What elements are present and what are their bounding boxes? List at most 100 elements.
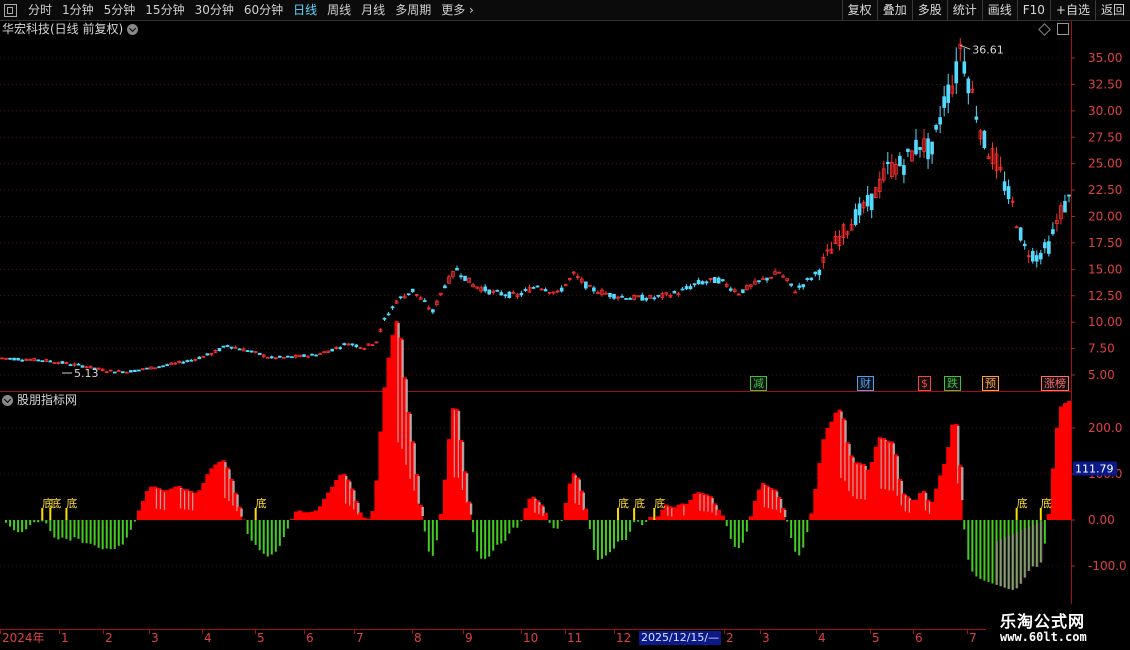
candle	[994, 147, 999, 179]
candle	[849, 218, 854, 231]
statistics-button[interactable]: 统计	[946, 0, 982, 20]
candle	[261, 353, 266, 359]
back-button[interactable]: 返回	[1094, 0, 1130, 20]
indicator-title[interactable]: 股朋指标网	[2, 393, 77, 408]
kline-chart[interactable]: 底底底底底底底底底 35.0032.5030.0027.5025.0022.50…	[0, 0, 1130, 650]
hist-bar	[773, 489, 778, 520]
hist-band	[707, 496, 710, 512]
candle	[515, 292, 520, 300]
candle	[620, 294, 624, 298]
draw-line-button[interactable]: 画线	[981, 0, 1017, 20]
hist-bar	[406, 412, 411, 520]
hist-band	[457, 411, 461, 478]
candle	[294, 354, 298, 359]
price-tick-0: 35.00	[1088, 51, 1122, 65]
hist-bar	[1062, 403, 1068, 520]
tab-30min[interactable]: 30分钟	[190, 0, 239, 20]
candle	[547, 291, 552, 295]
hist-bar	[857, 462, 862, 520]
f10-button[interactable]: F10	[1016, 0, 1050, 20]
watermark-title: 乐淘公式网	[1000, 612, 1086, 631]
candle	[257, 352, 262, 355]
window-icon[interactable]	[4, 3, 17, 17]
hist-bar	[197, 490, 202, 520]
candle	[938, 106, 942, 134]
fuquan-button[interactable]: 复权	[841, 0, 877, 20]
tab-fenshi[interactable]: 分时	[23, 0, 57, 20]
hist-bar	[310, 511, 315, 520]
hist-bar	[889, 441, 895, 520]
hist-bar	[217, 461, 222, 520]
candle	[914, 128, 918, 156]
hist-bar	[523, 508, 528, 520]
hist-bar	[865, 469, 870, 520]
bottom-signal-label: 底	[42, 496, 53, 510]
hist-bar	[301, 512, 307, 520]
candle	[88, 365, 93, 369]
hist-bar	[1050, 468, 1056, 520]
hist-bar	[306, 512, 311, 520]
tab-5min[interactable]: 5分钟	[99, 0, 141, 20]
candle	[732, 287, 737, 294]
candle	[745, 284, 749, 291]
tab-multi-period[interactable]: 多周期	[390, 0, 436, 20]
hist-bar	[297, 510, 303, 520]
tab-1min[interactable]: 1分钟	[57, 0, 99, 20]
signal-marker	[49, 508, 52, 520]
candle	[982, 129, 987, 150]
candle	[141, 368, 145, 371]
chevron-down-icon[interactable]	[2, 395, 13, 406]
candle	[1043, 238, 1047, 254]
period-toolbar: 分时 1分钟 5分钟 15分钟 30分钟 60分钟 日线 周线 月线 多周期 更…	[0, 0, 1130, 21]
candle	[1038, 249, 1043, 265]
hist-band	[578, 479, 581, 506]
hist-band	[856, 464, 859, 499]
tab-15min[interactable]: 15分钟	[140, 0, 189, 20]
hist-band	[892, 443, 896, 491]
candle	[720, 279, 725, 282]
candle	[366, 343, 371, 346]
tab-monthly[interactable]: 月线	[356, 0, 390, 20]
event-tag-4[interactable]: 预	[982, 376, 999, 391]
event-tag-3[interactable]: 跌	[944, 376, 961, 391]
hist-bar	[225, 467, 230, 520]
candle	[1022, 240, 1027, 250]
chevron-down-icon[interactable]	[127, 23, 139, 35]
candle	[414, 294, 419, 298]
overlay-button[interactable]: 叠加	[876, 0, 912, 20]
candle	[559, 285, 564, 293]
hist-bar	[648, 516, 653, 520]
candle	[133, 369, 137, 373]
hist-bar	[817, 463, 822, 520]
diamond-icon[interactable]	[1038, 23, 1051, 36]
tab-weekly[interactable]: 周线	[322, 0, 356, 20]
candle	[1063, 194, 1067, 213]
multi-stock-button[interactable]: 多股	[911, 0, 947, 20]
candle	[906, 148, 910, 157]
event-tag-5[interactable]: 涨榜	[1041, 376, 1069, 391]
candle	[789, 283, 793, 288]
candle	[563, 283, 568, 287]
tab-60min[interactable]: 60分钟	[239, 0, 288, 20]
candle	[213, 349, 218, 354]
candle	[801, 284, 806, 290]
current-value-label: 111.79	[1075, 463, 1114, 476]
event-tag-0[interactable]: 减	[750, 376, 767, 391]
event-tag-2[interactable]: $	[918, 376, 931, 391]
candle	[233, 345, 238, 349]
candle	[298, 354, 302, 357]
hist-bar	[161, 490, 166, 520]
tab-more[interactable]: 更多 ›	[436, 0, 479, 20]
event-tag-1[interactable]: 财	[857, 376, 874, 391]
candle	[64, 361, 69, 365]
window-toggle-icon[interactable]	[1057, 23, 1069, 35]
hist-band	[574, 475, 577, 504]
hist-bar	[563, 503, 569, 520]
candle	[974, 105, 979, 123]
hist-bar	[205, 474, 210, 520]
tab-daily[interactable]: 日线	[288, 0, 322, 20]
candle	[24, 358, 28, 361]
hist-bar	[652, 517, 657, 520]
stock-title[interactable]: 华宏科技(日线 前复权)	[2, 21, 139, 37]
add-watchlist-button[interactable]: +自选	[1049, 0, 1095, 20]
